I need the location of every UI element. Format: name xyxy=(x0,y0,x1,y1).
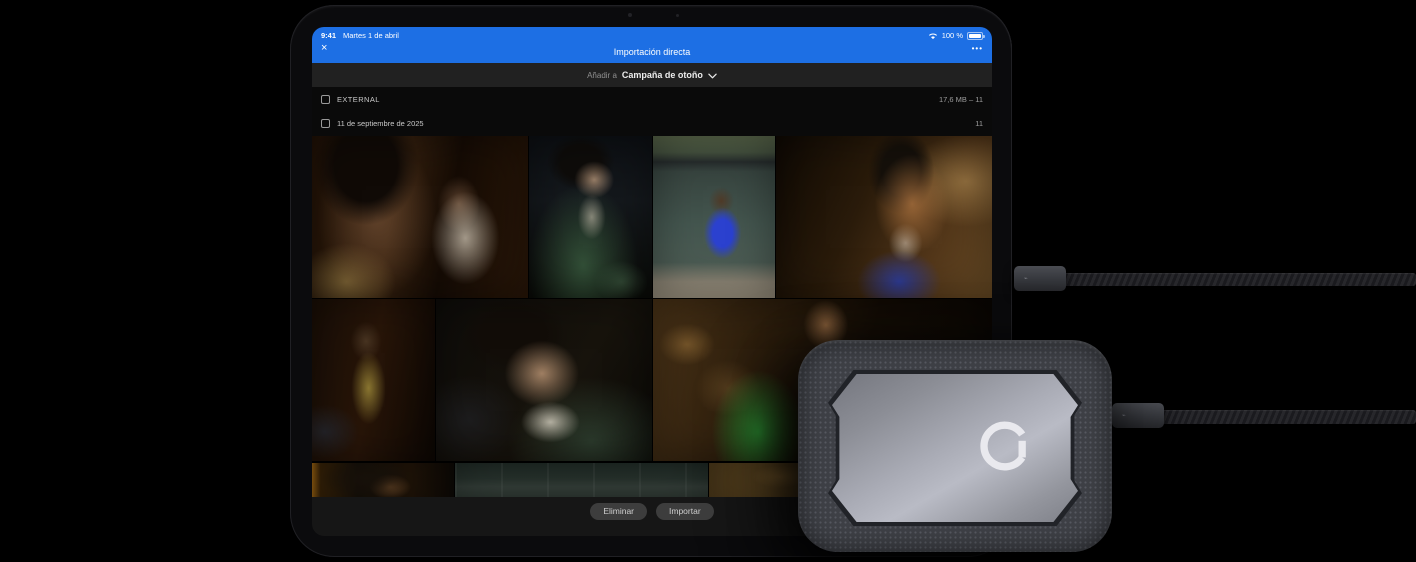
ambient-sensor xyxy=(676,14,679,17)
scene: 9:41 Martes 1 de abril 100 % × Importaci… xyxy=(0,0,1416,562)
ssd-metal-plate xyxy=(832,374,1078,522)
date-checkbox[interactable] xyxy=(321,119,330,128)
thunderbolt-mark-icon: ⌁ xyxy=(1122,413,1126,419)
photo-thumbnail[interactable] xyxy=(312,463,454,497)
source-size-count: 17,6 MB – 11 xyxy=(938,94,983,104)
collection-dropdown[interactable]: Campaña de otoño xyxy=(622,70,703,80)
chevron-down-icon[interactable] xyxy=(708,73,717,79)
import-button[interactable]: Importar xyxy=(656,503,714,520)
delete-button[interactable]: Eliminar xyxy=(590,503,648,520)
source-label: EXTERNAL xyxy=(337,94,380,104)
close-icon[interactable]: × xyxy=(321,43,327,54)
usb-c-cable-tablet xyxy=(1062,273,1416,286)
page-title: Importación directa xyxy=(613,47,691,57)
photo-thumbnail[interactable] xyxy=(312,136,528,298)
usb-c-connector-tablet: ⌁ xyxy=(1014,266,1066,291)
battery-icon xyxy=(967,31,985,40)
ssd-plate-rim xyxy=(828,370,1082,526)
external-ssd-drive xyxy=(798,340,1112,552)
status-time: 9:41 xyxy=(321,31,337,40)
add-to-bar: Añadir a Campaña de otoño xyxy=(312,63,992,87)
photo-thumbnail[interactable] xyxy=(653,136,775,298)
date-count: 11 xyxy=(975,119,983,128)
photo-thumbnail[interactable] xyxy=(776,136,992,298)
status-bar: 9:41 Martes 1 de abril 100 % xyxy=(312,27,992,41)
thunderbolt-mark-icon: ⌁ xyxy=(1024,276,1028,282)
app-header: 9:41 Martes 1 de abril 100 % × Importaci… xyxy=(312,27,992,63)
status-date: Martes 1 de abril xyxy=(343,31,399,40)
front-camera xyxy=(628,13,632,17)
usb-c-cable-drive xyxy=(1160,410,1416,424)
date-label: 11 de septiembre de 2025 xyxy=(337,119,424,128)
photo-thumbnail[interactable] xyxy=(529,136,652,298)
photo-thumbnail[interactable] xyxy=(455,463,708,497)
wifi-icon xyxy=(928,33,937,39)
add-to-label: Añadir a xyxy=(587,70,617,80)
photo-thumbnail[interactable] xyxy=(312,299,435,461)
source-row-external[interactable]: EXTERNAL 17,6 MB – 11 xyxy=(312,87,992,111)
source-row-date[interactable]: 11 de septiembre de 2025 11 xyxy=(312,111,992,136)
title-bar: × Importación directa ••• xyxy=(312,41,992,63)
battery-percent: 100 % xyxy=(941,31,963,40)
more-options-icon[interactable]: ••• xyxy=(972,44,983,53)
photo-thumbnail[interactable] xyxy=(436,299,652,461)
g-logo-icon xyxy=(980,421,1026,471)
usb-c-connector-drive: ⌁ xyxy=(1112,403,1164,428)
external-checkbox[interactable] xyxy=(321,94,330,104)
